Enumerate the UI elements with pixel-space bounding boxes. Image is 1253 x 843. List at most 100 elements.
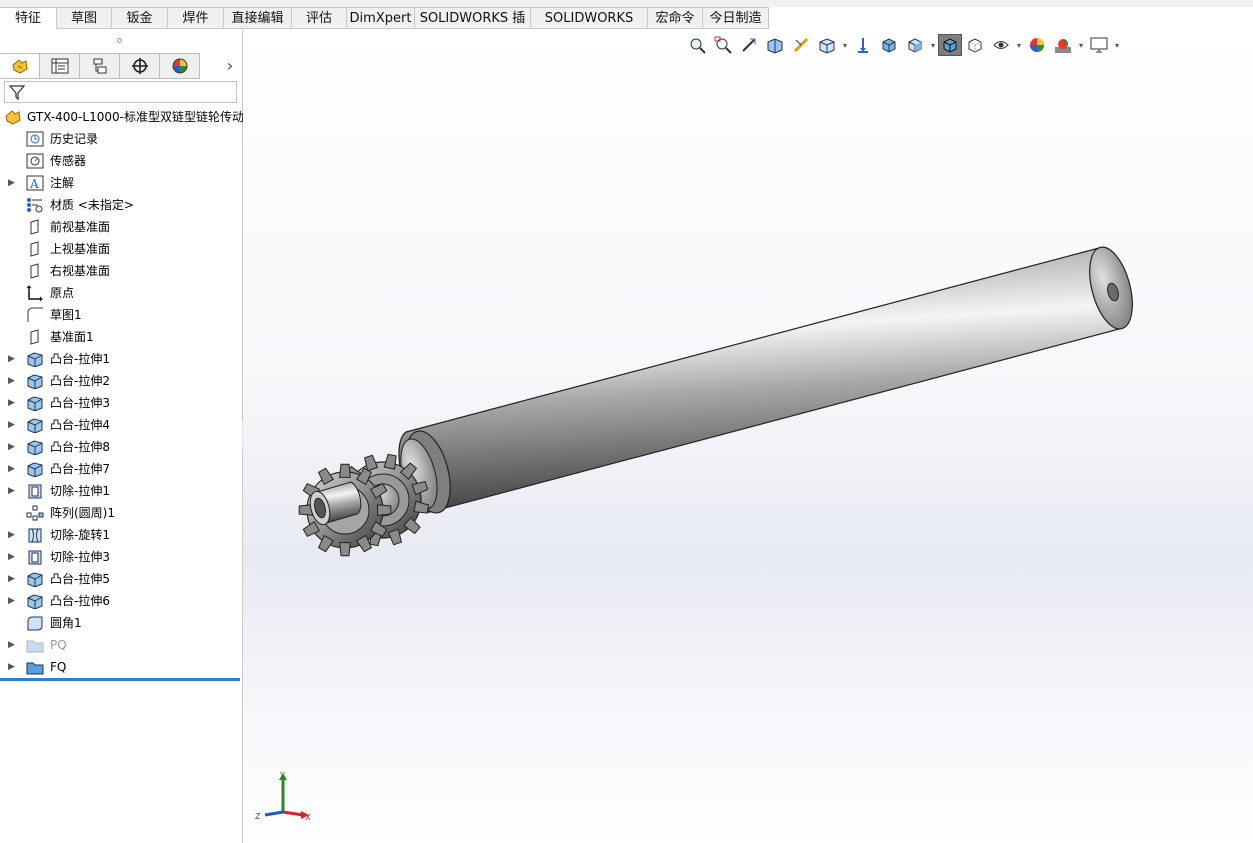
view-normal-icon[interactable] xyxy=(850,34,876,56)
property-manager-tab[interactable] xyxy=(40,53,80,79)
tree-item[interactable]: ▶ 凸台-拉伸1 xyxy=(0,348,242,370)
tree-item[interactable]: ▶ A 注解 xyxy=(0,172,242,194)
tab-2[interactable]: 钣金 xyxy=(112,7,168,29)
expand-arrow-icon[interactable]: ▶ xyxy=(8,414,16,436)
zoom-to-fit-icon[interactable] xyxy=(684,34,710,56)
plane-icon xyxy=(30,219,39,235)
tab-0[interactable]: 特征 xyxy=(0,7,57,29)
tree-item[interactable]: ▶ 切除-旋转1 xyxy=(0,524,242,546)
tree-item[interactable]: 草图1 xyxy=(0,304,242,326)
command-manager-tabs: 特征草图钣金焊件直接编辑评估DimXpertSOLIDWORKS 插件SOLID… xyxy=(0,7,1253,48)
tree-item[interactable]: 历史记录 xyxy=(0,128,242,150)
feature-manager-tab[interactable] xyxy=(0,53,40,79)
heads-up-view-toolbar: ▾ ▾ ▾ ▾ ▾ xyxy=(684,34,1122,56)
tab-3[interactable]: 焊件 xyxy=(168,7,224,29)
tree-item[interactable]: ▶ 凸台-拉伸8 xyxy=(0,436,242,458)
tree-item[interactable]: 基准面1 xyxy=(0,326,242,348)
tree-item[interactable]: 上视基准面 xyxy=(0,238,242,260)
expand-arrow-icon[interactable]: ▶ xyxy=(8,458,16,480)
isometric-icon[interactable] xyxy=(876,34,902,56)
dropdown-arrow-icon[interactable]: ▾ xyxy=(1076,41,1086,50)
hide-show-icon[interactable] xyxy=(988,34,1014,56)
expand-arrow-icon[interactable]: ▶ xyxy=(8,436,16,458)
graphics-area[interactable] xyxy=(243,30,1253,843)
expand-arrow-icon[interactable]: ▶ xyxy=(8,568,16,590)
tree-item-label: 右视基准面 xyxy=(50,264,111,278)
shaft-model[interactable] xyxy=(243,30,1253,843)
expand-arrow-icon[interactable]: ▶ xyxy=(8,524,16,546)
circular-pattern-icon xyxy=(26,505,44,521)
tree-root-part[interactable]: GTX-400-L1000-标准型双链型链轮传动 xyxy=(0,106,244,128)
tree-item[interactable]: ▶ 切除-拉伸1 xyxy=(0,480,242,502)
triad-y-label: Y xyxy=(279,771,285,780)
tree-item[interactable]: 右视基准面 xyxy=(0,260,242,282)
expand-arrow-icon[interactable]: ▶ xyxy=(8,370,16,392)
display-manager-icon xyxy=(172,58,187,74)
edit-appearance-icon[interactable] xyxy=(1024,34,1050,56)
view-orientation-icon[interactable] xyxy=(814,34,840,56)
expand-arrow-icon[interactable]: ▶ xyxy=(8,348,16,370)
tree-item[interactable]: ▶ 凸台-拉伸7 xyxy=(0,458,242,480)
cut-revolve-icon xyxy=(28,528,42,543)
panel-grip[interactable] xyxy=(117,38,122,43)
tree-item[interactable]: 前视基准面 xyxy=(0,216,242,238)
display-manager-tab[interactable] xyxy=(160,53,200,79)
tab-1[interactable]: 草图 xyxy=(57,7,112,29)
apply-scene-icon[interactable] xyxy=(1050,34,1076,56)
tree-item-label: 切除-拉伸1 xyxy=(50,484,110,498)
dropdown-arrow-icon[interactable]: ▾ xyxy=(1014,41,1024,50)
tab-9[interactable]: 宏命令 xyxy=(648,7,703,29)
chevron-right-icon[interactable]: › xyxy=(222,57,238,75)
expand-arrow-icon[interactable]: ▶ xyxy=(8,634,16,656)
tree-item-label: 草图1 xyxy=(50,308,82,322)
filter-icon xyxy=(8,85,26,101)
shaded-icon[interactable] xyxy=(938,34,962,56)
tree-item[interactable]: 原点 xyxy=(0,282,242,304)
rollback-bar[interactable] xyxy=(0,678,240,681)
tab-5[interactable]: 评估 xyxy=(292,7,347,29)
expand-arrow-icon[interactable]: ▶ xyxy=(8,172,16,194)
tree-item[interactable]: ▶ 凸台-拉伸6 xyxy=(0,590,242,612)
tree-item[interactable]: ▶ 切除-拉伸3 xyxy=(0,546,242,568)
dropdown-arrow-icon[interactable]: ▾ xyxy=(1112,41,1122,50)
tree-item[interactable]: ▶ 凸台-拉伸4 xyxy=(0,414,242,436)
boss-extrude-icon xyxy=(27,396,43,411)
tree-item-label: 前视基准面 xyxy=(50,220,111,234)
fillet-icon xyxy=(27,616,43,631)
section-view-icon[interactable] xyxy=(762,34,788,56)
view-settings-icon[interactable] xyxy=(1086,34,1112,56)
tab-8[interactable]: SOLIDWORKS MBD xyxy=(531,7,648,48)
tree-item[interactable]: ▶ 凸台-拉伸2 xyxy=(0,370,242,392)
tree-item[interactable]: ▶ 凸台-拉伸5 xyxy=(0,568,242,590)
dimxpert-manager-tab[interactable] xyxy=(120,53,160,79)
tree-item[interactable]: ▶ PQ xyxy=(0,634,242,656)
dropdown-arrow-icon[interactable]: ▾ xyxy=(928,41,938,50)
tree-item[interactable]: ▶ 凸台-拉伸3 xyxy=(0,392,242,414)
configuration-manager-tab[interactable] xyxy=(80,53,120,79)
expand-arrow-icon[interactable]: ▶ xyxy=(8,656,16,678)
expand-arrow-icon[interactable]: ▶ xyxy=(8,590,16,612)
tree-filter-box[interactable] xyxy=(4,81,237,103)
expand-arrow-icon[interactable]: ▶ xyxy=(8,392,16,414)
previous-view-icon[interactable] xyxy=(736,34,762,56)
tree-item-label: 上视基准面 xyxy=(50,242,111,256)
tree-item[interactable]: 传感器 xyxy=(0,150,242,172)
dynamic-annotation-icon[interactable] xyxy=(788,34,814,56)
tab-7[interactable]: SOLIDWORKS 插件 xyxy=(415,7,531,48)
expand-arrow-icon[interactable]: ▶ xyxy=(8,546,16,568)
tree-item-label: 凸台-拉伸5 xyxy=(50,572,110,586)
tab-10[interactable]: 今日制造 xyxy=(703,7,769,29)
hidden-lines-icon[interactable] xyxy=(962,34,988,56)
dropdown-arrow-icon[interactable]: ▾ xyxy=(840,41,850,50)
tab-6[interactable]: DimXpert xyxy=(347,7,415,29)
zoom-to-area-icon[interactable] xyxy=(710,34,736,56)
boss-extrude-icon xyxy=(27,572,43,587)
display-style-icon[interactable] xyxy=(902,34,928,56)
tree-item[interactable]: 阵列(圆周)1 xyxy=(0,502,242,524)
part-icon xyxy=(5,110,21,125)
expand-arrow-icon[interactable]: ▶ xyxy=(8,480,16,502)
tab-4[interactable]: 直接编辑 xyxy=(224,7,292,29)
tree-item[interactable]: ▶ FQ xyxy=(0,656,242,678)
tree-item[interactable]: 材质 <未指定> xyxy=(0,194,242,216)
tree-item[interactable]: 圆角1 xyxy=(0,612,242,634)
